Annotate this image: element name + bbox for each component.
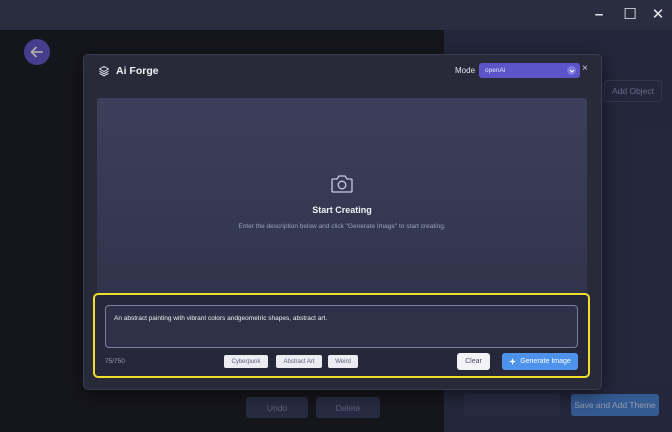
window-titlebar: – ☐ ✕ [0, 0, 672, 30]
layers-icon [99, 66, 109, 77]
modal-close-button[interactable]: × [582, 63, 588, 74]
tag-cyberpunk[interactable]: Cyberpunk [224, 355, 268, 368]
modal-header: Ai Forge [98, 65, 159, 77]
mode-select[interactable]: openAi [479, 63, 580, 78]
minimize-button[interactable]: – [586, 4, 612, 26]
clear-button[interactable]: Clear [457, 353, 490, 370]
generate-image-button[interactable]: Generate Image [502, 353, 578, 370]
mode-label: Mode [455, 66, 476, 75]
character-counter: 75/750 [105, 358, 125, 365]
maximize-button[interactable]: ☐ [617, 4, 643, 26]
prompt-panel: An abstract painting with vibrant colors… [93, 293, 590, 378]
prompt-input[interactable]: An abstract painting with vibrant colors… [105, 305, 578, 348]
tag-weird[interactable]: Weird [328, 355, 358, 368]
mode-value: openAi [485, 67, 506, 74]
empty-state-title: Start Creating [312, 205, 372, 215]
image-canvas: Start Creating Enter the description bel… [97, 98, 587, 294]
tag-abstract-art[interactable]: Abstract Art [276, 355, 322, 368]
empty-state-description: Enter the description below and click "G… [238, 223, 446, 230]
sparkle-icon [509, 358, 517, 365]
camera-icon [331, 175, 353, 193]
generate-image-label: Generate Image [520, 358, 571, 365]
chevron-down-icon [567, 66, 576, 75]
close-window-button[interactable]: ✕ [645, 4, 671, 26]
modal-title: Ai Forge [116, 65, 159, 77]
